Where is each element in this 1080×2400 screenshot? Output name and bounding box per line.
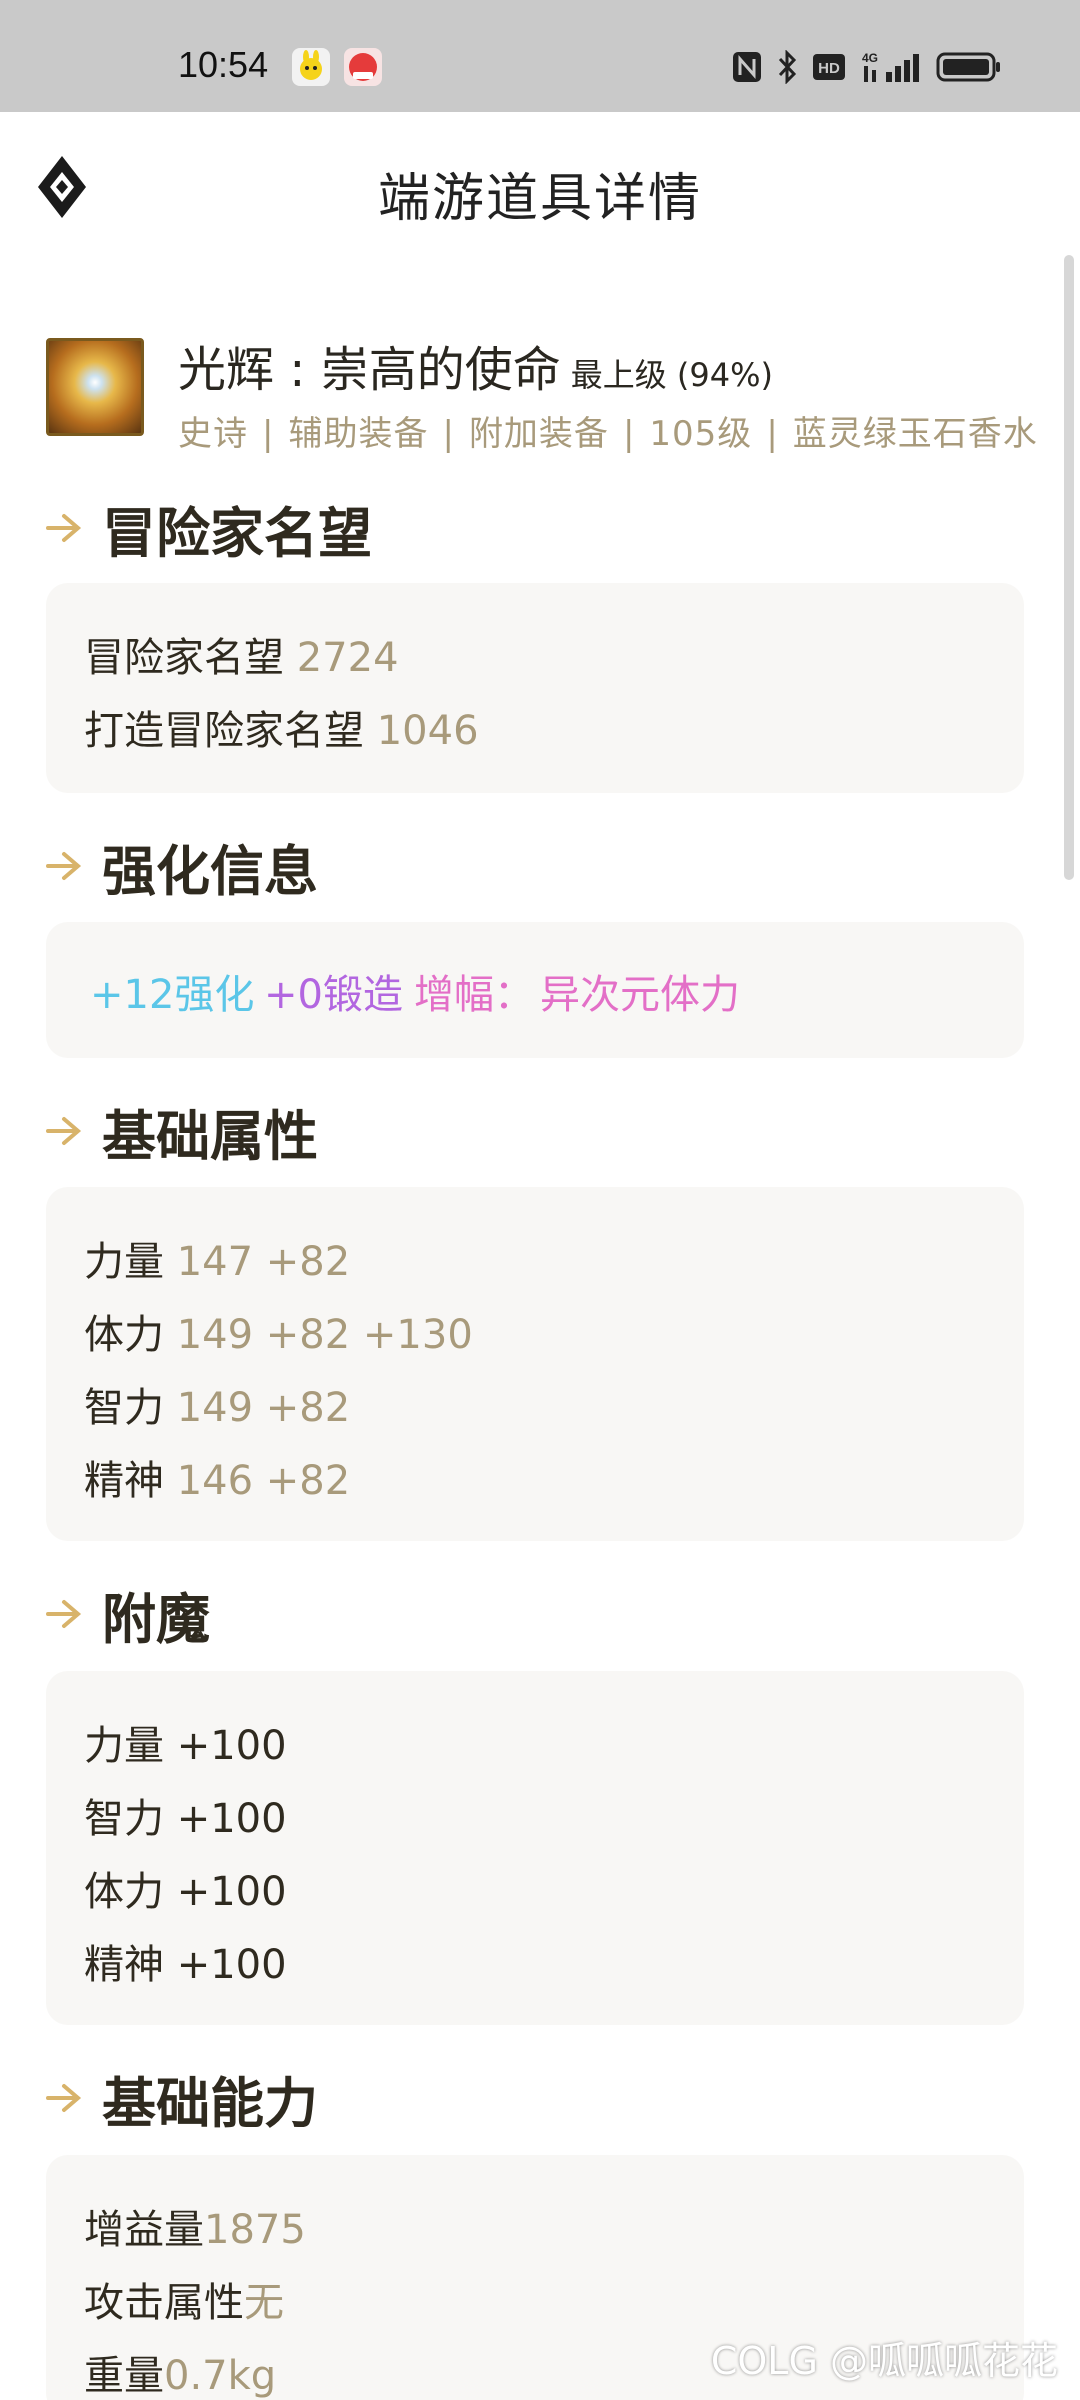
app-icon-yellow bbox=[292, 48, 330, 86]
row-value: 147 +82 bbox=[176, 1239, 351, 1285]
row-label: 体力 bbox=[84, 1312, 164, 1358]
row-value: +100 bbox=[176, 1869, 287, 1915]
section-title: 冒险家名望 bbox=[102, 501, 372, 565]
scrollbar-thumb[interactable] bbox=[1064, 255, 1074, 880]
reputation-card: 冒险家名望 2724 打造冒险家名望 1046 bbox=[46, 583, 1024, 793]
row-label: 智力 bbox=[84, 1385, 164, 1431]
app-icon-red bbox=[344, 48, 382, 86]
row-value: 149 +82 bbox=[176, 1385, 351, 1431]
enhance-card: +12强化 +0锻造 增幅： 异次元体力 bbox=[46, 922, 1024, 1058]
reputation-row: 打造冒险家名望 1046 bbox=[84, 698, 479, 756]
row-label: 打造冒险家名望 bbox=[84, 708, 364, 754]
item-icon bbox=[46, 338, 144, 436]
enchant-row: 精神 +100 bbox=[84, 1932, 287, 1990]
row-value: 2724 bbox=[296, 635, 399, 681]
row-label: 力量 bbox=[84, 1239, 164, 1285]
section-title: 基础属性 bbox=[102, 1104, 318, 1168]
section-title: 基础能力 bbox=[102, 2071, 318, 2135]
tag-separator: | bbox=[262, 414, 275, 454]
row-label: 重量 bbox=[84, 2353, 164, 2399]
ability-row: 重量0.7kg bbox=[84, 2343, 276, 2400]
item-detail-screen: 10:54 HD 4G 端游道具详情 光辉: 崇高的使命 最上级 (94%) … bbox=[0, 0, 1080, 2400]
app-header: 端游道具详情 bbox=[0, 112, 1080, 262]
section-header-enchant: 附魔 bbox=[46, 1579, 210, 1651]
row-value: +100 bbox=[176, 1942, 287, 1988]
row-value: 1046 bbox=[376, 708, 479, 754]
status-time: 10:54 bbox=[178, 44, 269, 85]
svg-text:4G: 4G bbox=[862, 51, 878, 65]
attr-row: 力量 147 +82 bbox=[84, 1229, 350, 1287]
reinforce-level: +12强化 bbox=[90, 972, 255, 1018]
row-value: 146 +82 bbox=[176, 1458, 351, 1504]
status-icons: HD 4G bbox=[732, 50, 1002, 84]
enchant-row: 体力 +100 bbox=[84, 1859, 287, 1917]
page-title: 端游道具详情 bbox=[377, 169, 702, 229]
section-arrow-icon bbox=[46, 852, 82, 880]
enchant-card: 力量 +100 智力 +100 体力 +100 精神 +100 bbox=[46, 1671, 1024, 2025]
section-arrow-icon bbox=[46, 514, 82, 542]
enchant-row: 智力 +100 bbox=[84, 1786, 287, 1844]
battery-icon bbox=[936, 50, 1002, 84]
section-arrow-icon bbox=[46, 2084, 82, 2112]
row-value: 1875 bbox=[204, 2207, 306, 2253]
tag-separator: | bbox=[766, 414, 779, 454]
section-header-base-attr: 基础属性 bbox=[46, 1096, 318, 1168]
item-tag: 蓝灵绿玉石香水 bbox=[792, 414, 1038, 454]
section-header-enhance: 强化信息 bbox=[46, 831, 318, 903]
base-attr-card: 力量 147 +82 体力 149 +82 +130 智力 149 +82 精神… bbox=[46, 1187, 1024, 1541]
row-label: 精神 bbox=[84, 1942, 164, 1988]
forge-level: +0锻造 bbox=[264, 972, 403, 1018]
row-value: 无 bbox=[244, 2280, 284, 2326]
item-tag: 史诗 bbox=[178, 414, 248, 454]
amplify-label: 增幅： bbox=[414, 972, 534, 1018]
row-label: 精神 bbox=[84, 1458, 164, 1504]
enchant-row: 力量 +100 bbox=[84, 1713, 287, 1771]
section-arrow-icon bbox=[46, 1117, 82, 1145]
row-label: 攻击属性 bbox=[84, 2280, 244, 2326]
nfc-icon bbox=[732, 50, 762, 84]
tag-separator: | bbox=[622, 414, 636, 454]
section-title: 强化信息 bbox=[102, 839, 318, 903]
item-grade: 最上级 (94%) bbox=[570, 356, 773, 394]
attr-row: 精神 146 +82 bbox=[84, 1448, 350, 1506]
attr-row: 体力 149 +82 +130 bbox=[84, 1302, 473, 1360]
row-label: 体力 bbox=[84, 1869, 164, 1915]
item-tag: 辅助装备 bbox=[288, 414, 429, 454]
4g-signal-icon: 4G bbox=[860, 50, 922, 84]
reputation-row: 冒险家名望 2724 bbox=[84, 625, 399, 683]
watermark: COLG @呱呱呱花花 bbox=[710, 2339, 1058, 2383]
attr-row: 智力 149 +82 bbox=[84, 1375, 350, 1433]
section-title: 附魔 bbox=[102, 1587, 210, 1651]
section-header-base-ability: 基础能力 bbox=[46, 2063, 318, 2135]
item-tag: 105级 bbox=[649, 414, 753, 454]
item-tags: 史诗 | 辅助装备 | 附加装备 | 105级 | 蓝灵绿玉石香水 bbox=[178, 406, 1038, 455]
row-value: +100 bbox=[176, 1723, 287, 1769]
section-arrow-icon bbox=[46, 1600, 82, 1628]
row-label: 力量 bbox=[84, 1723, 164, 1769]
ability-row: 攻击属性无 bbox=[84, 2270, 284, 2328]
item-title-row: 光辉 : 崇高的使命 最上级 (94%) bbox=[178, 330, 773, 400]
bluetooth-icon bbox=[776, 50, 798, 84]
hd-icon: HD bbox=[812, 50, 846, 84]
ability-row: 增益量1875 bbox=[84, 2197, 306, 2255]
status-bar: 10:54 HD 4G bbox=[0, 0, 1080, 112]
amplify-value: 异次元体力 bbox=[540, 972, 740, 1018]
item-name: 光辉 : 崇高的使命 bbox=[178, 342, 561, 398]
tag-separator: | bbox=[442, 414, 455, 454]
item-tag: 附加装备 bbox=[468, 414, 609, 454]
row-value: +100 bbox=[176, 1796, 287, 1842]
row-label: 智力 bbox=[84, 1796, 164, 1842]
row-label: 冒险家名望 bbox=[84, 635, 284, 681]
row-value: 0.7kg bbox=[164, 2353, 277, 2399]
section-header-reputation: 冒险家名望 bbox=[46, 493, 372, 565]
row-label: 增益量 bbox=[84, 2207, 204, 2253]
svg-text:HD: HD bbox=[818, 60, 840, 77]
row-value: 149 +82 +130 bbox=[176, 1312, 473, 1358]
